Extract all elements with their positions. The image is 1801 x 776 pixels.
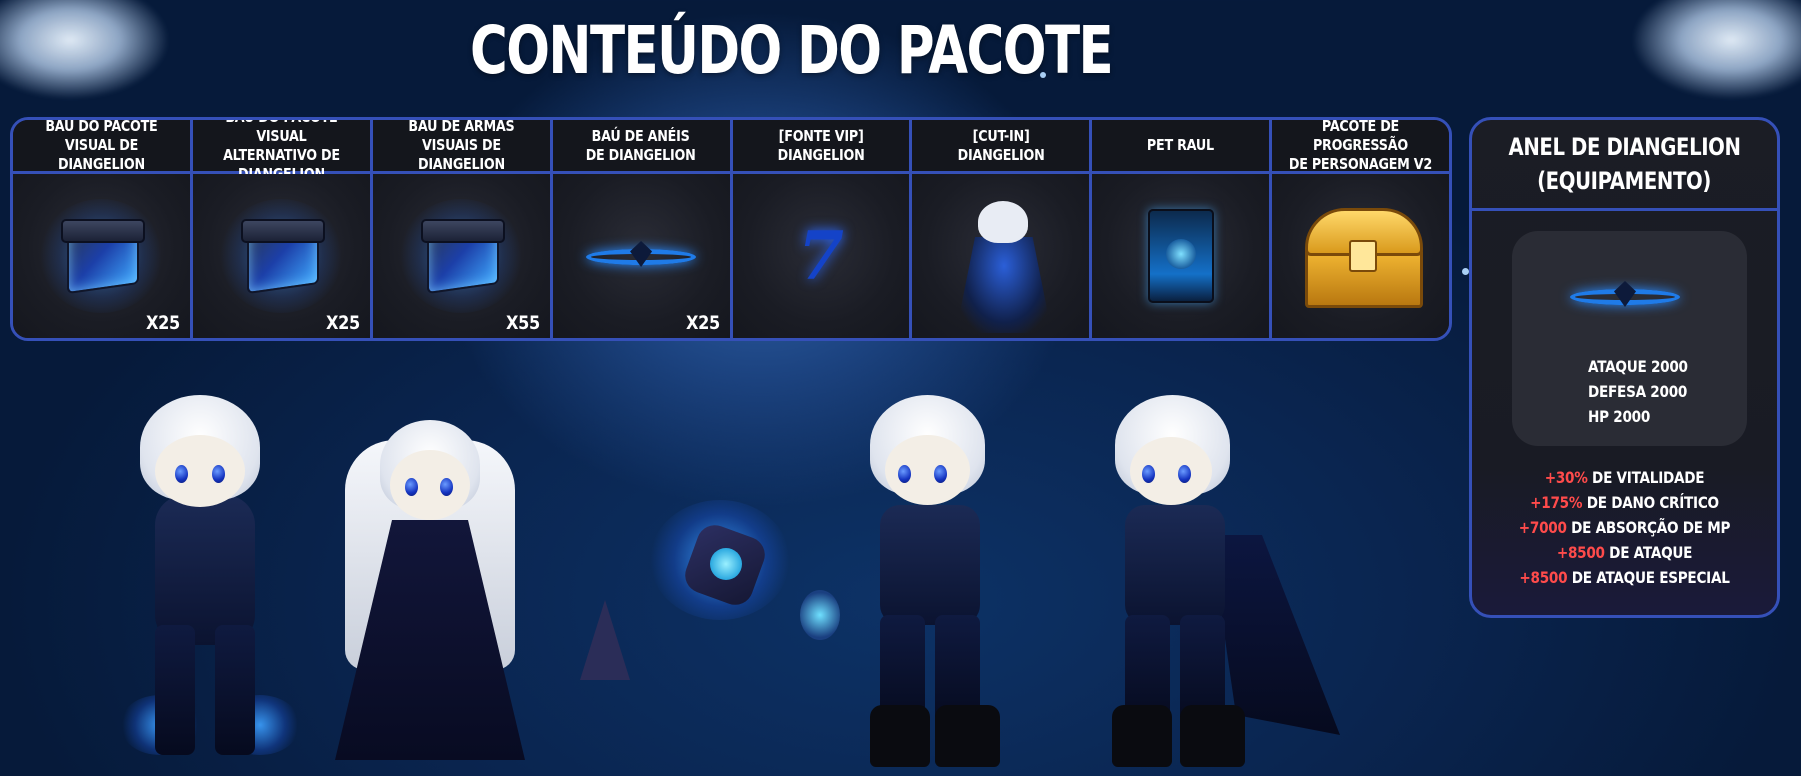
corner-smoke-left: [0, 0, 170, 100]
cut-in-icon: [926, 181, 1076, 333]
item-name: [FONTE VIP] DIANGELION: [777, 126, 865, 164]
character-outfit-4: [1090, 395, 1340, 770]
page-title: CONTEÚDO DO PACOTE: [470, 12, 1114, 89]
ring-icon: [586, 241, 697, 271]
package-items-strip: BAÚ DO PACOTE VISUAL DE DIANGELION X25 B…: [10, 117, 1452, 341]
bonus-stat: +8500 DE ATAQUE ESPECIAL: [1519, 568, 1730, 587]
font-icon: 7: [797, 217, 844, 295]
item-visual-box: BAÚ DO PACOTE VISUAL DE DIANGELION X25: [13, 120, 190, 338]
item-cut-in: [CUT-IN] DIANGELION: [909, 120, 1090, 338]
item-weapons-box: BAÚ DE ARMAS VISUAIS DE DIANGELION X55: [369, 117, 550, 338]
item-rings-box: BAÚ DE ANÉIS DE DIANGELION X25: [549, 120, 730, 338]
base-stat: ATAQUE 2000: [1588, 357, 1688, 376]
character-outfit-1: [110, 395, 300, 770]
ring-details-panel: ANEL DE DIANGELION (EQUIPAMENTO) ATAQUE …: [1469, 117, 1780, 618]
ring-icon: [1570, 281, 1680, 311]
item-alt-visual-box: BAÚ DO PACOTE VISUAL ALTERNATIVO DE DIAN…: [189, 120, 370, 338]
panel-subtitle: (EQUIPAMENTO): [1537, 167, 1712, 195]
box-icon: [39, 199, 164, 313]
item-quantity: X55: [505, 312, 540, 334]
item-name: [CUT-IN] DIANGELION: [957, 126, 1045, 164]
item-quantity: X25: [685, 312, 720, 334]
panel-title: ANEL DE DIANGELION: [1508, 133, 1741, 161]
item-vip-font: [FONTE VIP] DIANGELION 7: [729, 120, 910, 338]
item-quantity: X25: [325, 312, 360, 334]
character-outfit-2: [325, 420, 535, 770]
bonus-stat: +7000 DE ABSORÇÃO DE MP: [1518, 518, 1731, 537]
character-outfit-3: [850, 395, 1010, 770]
sparkle: [1462, 268, 1469, 275]
item-name: PACOTE DE PROGRESSÃO DE PERSONAGEM V2: [1288, 117, 1433, 173]
bonus-stat: +30% DE VITALIDADE: [1544, 468, 1705, 487]
item-pet-raul: PET RAUL: [1089, 120, 1270, 338]
item-name: BAÚ DE ARMAS VISUAIS DE DIANGELION: [408, 117, 515, 173]
item-name: BAÚ DO PACOTE VISUAL DE DIANGELION: [45, 117, 158, 173]
golden-chest-icon: [1301, 206, 1423, 308]
corner-smoke-right: [1631, 0, 1801, 100]
box-icon: [219, 199, 344, 313]
bonus-stats: +30% DE VITALIDADE +175% DE DANO CRÍTICO…: [1472, 465, 1777, 590]
item-quantity: X25: [145, 312, 180, 334]
box-icon: [399, 199, 524, 313]
item-name: PET RAUL: [1147, 136, 1215, 154]
pet-raul-figure: [570, 490, 850, 700]
bonus-stat: +8500 DE ATAQUE: [1556, 543, 1693, 562]
bonus-stat: +175% DE DANO CRÍTICO: [1530, 493, 1719, 512]
base-stat: DEFESA 2000: [1588, 382, 1688, 401]
base-stats-box: ATAQUE 2000 DEFESA 2000 HP 2000: [1512, 231, 1747, 446]
item-progression-pack: PACOTE DE PROGRESSÃO DE PERSONAGEM V2: [1269, 120, 1449, 338]
item-name: BAÚ DE ANÉIS DE DIANGELION: [586, 126, 696, 164]
base-stat: HP 2000: [1588, 407, 1651, 426]
pet-card-icon: [1147, 209, 1214, 303]
